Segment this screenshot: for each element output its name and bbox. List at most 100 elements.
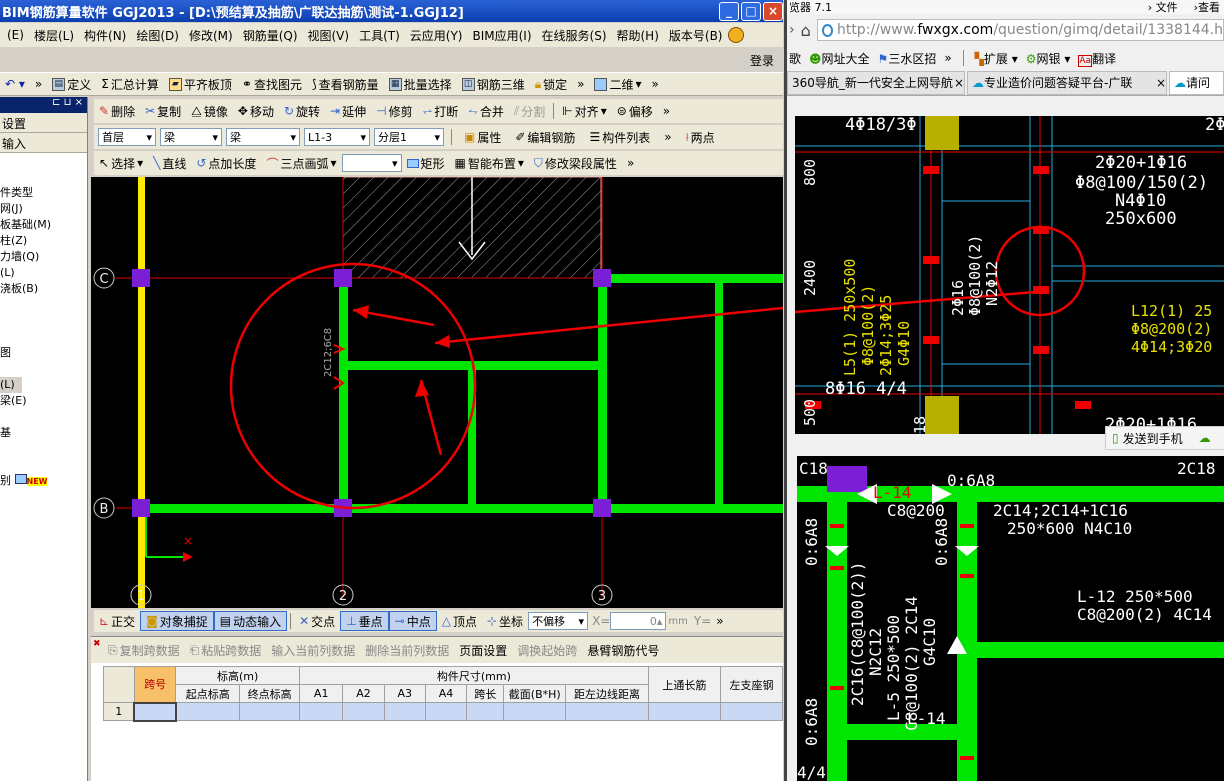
slab-top-button[interactable]: ▰ 平齐板顶	[164, 74, 237, 94]
menu-version[interactable]: 版本号(B)	[664, 25, 728, 45]
file-menu[interactable]: › 文件	[1148, 0, 1178, 14]
view-rebar-button[interactable]: ⟆ 查看钢筋量	[307, 74, 384, 94]
panel-close-icon[interactable]: ✖	[93, 639, 101, 649]
tree-item[interactable]: 梁(E)	[0, 393, 87, 409]
table-cell[interactable]	[342, 702, 385, 721]
home-icon[interactable]: ⌂	[801, 21, 811, 40]
column[interactable]	[593, 499, 611, 517]
move-button[interactable]: ✥ 移动	[233, 101, 279, 121]
arc-option-select[interactable]: ▾	[341, 154, 402, 172]
tree-item[interactable]: (L)	[0, 265, 87, 281]
minimize-button[interactable]: _	[719, 1, 739, 21]
layer-select[interactable]: 分层1 ▾	[374, 128, 444, 146]
extensions-button[interactable]: ▚扩展 ▾	[975, 50, 1018, 67]
undo-button[interactable]: ↶ ▾	[0, 74, 30, 94]
table-cell[interactable]	[424, 702, 468, 721]
offset-button[interactable]: ⊜ 偏移	[612, 101, 658, 121]
properties-button[interactable]: ▣ 属性	[459, 127, 506, 147]
beam-c-right[interactable]	[602, 274, 783, 283]
table-cell[interactable]	[565, 702, 649, 721]
nav-settings-row[interactable]: 设置	[0, 113, 87, 133]
table-cell[interactable]	[647, 702, 721, 721]
perpendicular-snap[interactable]: ⊥ 垂点	[340, 611, 389, 631]
favorite-item[interactable]: 歌	[789, 50, 801, 67]
offset-mode-select[interactable]: 不偏移 ▾	[528, 612, 589, 630]
tree-item[interactable]: 力墙(Q)	[0, 249, 87, 265]
trim-button[interactable]: ⊣ 修剪	[371, 101, 417, 121]
back-icon[interactable]: ›	[789, 22, 795, 38]
tree-item[interactable]: 浇板(B)	[0, 281, 87, 297]
lock-button[interactable]: 🔒︎ 锁定	[530, 74, 572, 94]
component-list-button[interactable]: ☰ 构件列表	[584, 127, 655, 147]
batch-select-button[interactable]: ▦ 批量选择	[384, 74, 457, 94]
midpoint-snap[interactable]: ⊸ 中点	[388, 611, 437, 631]
define-button[interactable]: ▤ 定义	[47, 74, 96, 94]
modify-span-button[interactable]: ⛉ 修改梁段属性	[529, 153, 622, 173]
tree-item[interactable]: 基	[0, 425, 87, 441]
table-cell[interactable]	[239, 702, 301, 721]
dynamic-input-toggle[interactable]: ▤ 动态输入	[213, 611, 288, 631]
tree-item[interactable]: (L)	[0, 377, 22, 393]
table-cell[interactable]	[299, 702, 344, 721]
column[interactable]	[132, 269, 150, 287]
tab-close-icon[interactable]: ×	[1156, 76, 1166, 90]
sum-button[interactable]: Σ 汇总计算	[96, 74, 164, 94]
rotate-button[interactable]: ↻ 旋转	[279, 101, 325, 121]
tree-item-new[interactable]: 别 NEW	[0, 473, 87, 490]
edit-rebar-button[interactable]: ✐ 编辑钢筋	[510, 127, 580, 147]
arc-button[interactable]: ⌒ 三点画弧 ▾	[261, 153, 341, 173]
table-cell[interactable]	[719, 702, 784, 721]
object-snap-toggle[interactable]: ◙ 对象捕捉	[140, 611, 214, 631]
input-column-button[interactable]: 输入当前列数据	[266, 640, 360, 660]
vertex-snap[interactable]: △ 顶点	[437, 611, 482, 631]
tree-item[interactable]: 图	[0, 345, 87, 361]
send-to-phone-button[interactable]: ▯ 发送到手机 ☁	[1105, 426, 1224, 450]
tab-close-icon[interactable]: ×	[954, 76, 964, 90]
cad-canvas[interactable]: 2C12;6C8 C B 1 2 3 ×	[91, 177, 783, 608]
floor-select[interactable]: 首层 ▾	[98, 128, 156, 146]
yellow-wall[interactable]	[138, 177, 145, 608]
delete-column-button[interactable]: 删除当前列数据	[360, 640, 454, 660]
menu-edit[interactable]: (E)	[2, 25, 29, 45]
menu-rebar[interactable]: 钢筋量(Q)	[238, 25, 303, 45]
beam-b[interactable]	[141, 504, 783, 513]
netbank-button[interactable]: ⚙网银 ▾	[1026, 50, 1071, 67]
beam-vertical-b[interactable]	[715, 283, 723, 508]
x-input[interactable]: 0 ▴	[610, 612, 667, 630]
favorite-item[interactable]: ⚑三水区招	[878, 50, 937, 67]
copy-span-button[interactable]: ⎘ 复制跨数据	[103, 640, 185, 660]
mirror-button[interactable]: ⧋ 镜像	[186, 101, 233, 121]
tree-item[interactable]: 板基础(M)	[0, 217, 87, 233]
rect-button[interactable]: 矩形	[402, 153, 450, 173]
smart-layout-button[interactable]: ▦ 智能布置 ▾	[450, 153, 529, 173]
view-menu[interactable]: ›查看	[1194, 0, 1220, 14]
break-button[interactable]: ⥋ 打断	[418, 101, 464, 121]
favorite-item[interactable]: ☻网址大全	[809, 50, 870, 67]
menu-bim[interactable]: BIM应用(I)	[467, 25, 536, 45]
align-button[interactable]: ⊩ 对齐 ▾	[557, 101, 612, 121]
menu-tools[interactable]: 工具(T)	[354, 25, 405, 45]
login-link[interactable]: 登录	[750, 52, 774, 69]
beam-axis-3[interactable]	[598, 278, 607, 508]
cantilever-code-button[interactable]: 悬臂钢筋代号	[582, 640, 664, 660]
menu-view[interactable]: 视图(V)	[303, 25, 355, 45]
component-name-select[interactable]: L1-3 ▾	[304, 128, 370, 146]
two-points-button[interactable]: ⟊ 两点	[681, 127, 720, 147]
user-face-icon[interactable]	[727, 27, 744, 43]
close-button[interactable]: ×	[763, 1, 783, 21]
menu-help[interactable]: 帮助(H)	[612, 25, 664, 45]
menu-floor[interactable]: 楼层(L)	[29, 25, 79, 45]
column[interactable]	[334, 269, 352, 287]
delete-button[interactable]: ✎ 删除	[94, 101, 140, 121]
copy-button[interactable]: ✂ 复制	[140, 101, 186, 121]
tree-item[interactable]: 柱(Z)	[0, 233, 87, 249]
extend-button[interactable]: ⇥ 延伸	[325, 101, 371, 121]
table-cell[interactable]	[175, 702, 241, 721]
view-mode-dropdown[interactable]: 二维 ▾	[589, 74, 646, 94]
tree-item[interactable]: 件类型	[0, 185, 87, 201]
menu-component[interactable]: 构件(N)	[79, 25, 131, 45]
table-cell[interactable]	[503, 702, 567, 721]
address-input[interactable]: http://www. fwxgx.com/question/gimq/detai…	[816, 19, 1224, 41]
browser-tab[interactable]: 360导航_新一代安全上网导航 ×	[787, 70, 965, 95]
menu-cloud[interactable]: 云应用(Y)	[405, 25, 468, 45]
